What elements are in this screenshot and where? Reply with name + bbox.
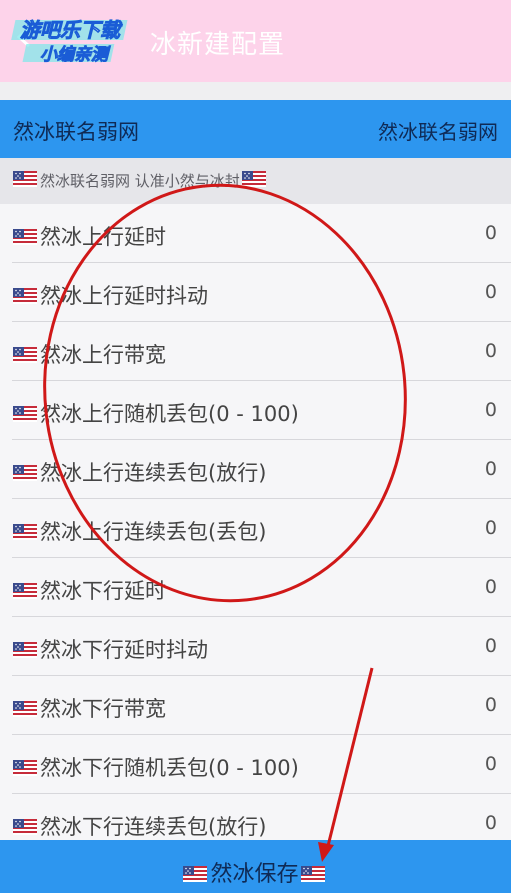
setting-value: 0 [484, 635, 497, 657]
us-flag-icon [301, 866, 325, 882]
setting-label: 然冰上行连续丢包(丢包) [40, 520, 267, 544]
setting-value: 0 [484, 517, 497, 539]
setting-row-up-burst-pass[interactable]: 然冰上行连续丢包(放行) 0 [0, 440, 511, 499]
us-flag-icon [13, 819, 37, 835]
notice-bar: 然冰联名弱网 认准小然与冰封 [0, 158, 511, 204]
setting-row-down-delay[interactable]: 然冰下行延时 0 [0, 558, 511, 617]
us-flag-icon [13, 347, 37, 363]
setting-row-up-random-loss[interactable]: 然冰上行随机丢包(0 - 100) 0 [0, 381, 511, 440]
setting-label: 然冰下行延时抖动 [40, 638, 208, 662]
setting-label: 然冰上行连续丢包(放行) [40, 461, 267, 485]
settings-list: 然冰上行延时 0 然冰上行延时抖动 0 然冰上行带宽 0 然冰上行随机丢包(0 … [0, 204, 511, 840]
setting-value: 0 [484, 281, 497, 303]
setting-value: 0 [484, 399, 497, 421]
us-flag-icon [13, 524, 37, 540]
watermark-logo: 游吧乐下载 小编亲测 [11, 19, 128, 64]
setting-row-up-burst-drop[interactable]: 然冰上行连续丢包(丢包) 0 [0, 499, 511, 558]
setting-row-down-burst-pass[interactable]: 然冰下行连续丢包(放行) 0 [0, 794, 511, 840]
setting-row-down-bandwidth[interactable]: 然冰下行带宽 0 [0, 676, 511, 735]
setting-row-down-random-loss[interactable]: 然冰下行随机丢包(0 - 100) 0 [0, 735, 511, 794]
page-title: 冰新建配置 [150, 30, 286, 60]
spacer [0, 82, 511, 100]
us-flag-icon [183, 866, 207, 882]
watermark-line2: 小编亲测 [40, 45, 111, 64]
setting-value: 0 [484, 222, 497, 244]
setting-row-up-delay[interactable]: 然冰上行延时 0 [0, 204, 511, 263]
us-flag-icon [13, 701, 37, 717]
setting-row-down-jitter[interactable]: 然冰下行延时抖动 0 [0, 617, 511, 676]
us-flag-icon [242, 171, 266, 187]
setting-row-up-jitter[interactable]: 然冰上行延时抖动 0 [0, 263, 511, 322]
setting-label: 然冰下行带宽 [40, 697, 166, 721]
save-button[interactable]: 然冰保存 [0, 840, 511, 893]
setting-label: 然冰下行延时 [40, 579, 166, 603]
setting-row-up-bandwidth[interactable]: 然冰上行带宽 0 [0, 322, 511, 381]
setting-label: 然冰上行延时抖动 [40, 284, 208, 308]
setting-value: 0 [484, 458, 497, 480]
setting-value: 0 [484, 812, 497, 834]
us-flag-icon [13, 760, 37, 776]
header-left-label: 然冰联名弱网 [13, 120, 139, 144]
setting-label: 然冰下行随机丢包(0 - 100) [40, 756, 299, 780]
setting-value: 0 [484, 753, 497, 775]
us-flag-icon [13, 288, 37, 304]
watermark-line1: 游吧乐下载 [20, 19, 123, 42]
us-flag-icon [13, 406, 37, 422]
setting-value: 0 [484, 576, 497, 598]
us-flag-icon [13, 229, 37, 245]
setting-label: 然冰上行带宽 [40, 343, 166, 367]
setting-label: 然冰下行连续丢包(放行) [40, 815, 267, 839]
us-flag-icon [13, 171, 37, 187]
setting-value: 0 [484, 694, 497, 716]
config-header: 然冰联名弱网 然冰联名弱网 [0, 100, 511, 158]
us-flag-icon [13, 465, 37, 481]
save-label: 然冰保存 [210, 862, 299, 887]
setting-label: 然冰上行随机丢包(0 - 100) [40, 402, 299, 426]
notice-text: 然冰联名弱网 认准小然与冰封 [40, 172, 240, 190]
us-flag-icon [13, 642, 37, 658]
setting-value: 0 [484, 340, 497, 362]
setting-label: 然冰上行延时 [40, 225, 166, 249]
us-flag-icon [13, 583, 37, 599]
header-right-label[interactable]: 然冰联名弱网 [378, 116, 498, 145]
title-bar: 冰新建配置 游吧乐下载 小编亲测 [0, 0, 511, 82]
